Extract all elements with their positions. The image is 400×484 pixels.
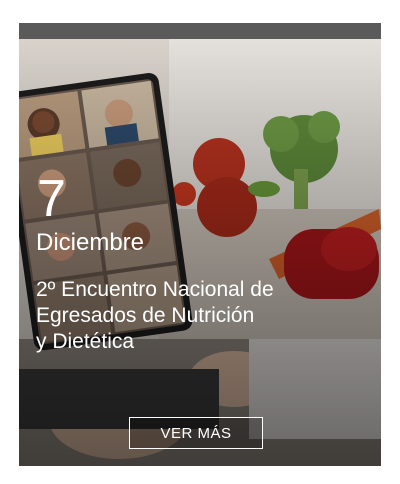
event-title: 2º Encuentro Nacional de Egresados de Nu… bbox=[36, 277, 346, 355]
event-day: 7 bbox=[37, 170, 66, 228]
card-top-bar bbox=[19, 23, 381, 39]
event-month: Diciembre bbox=[36, 229, 145, 256]
event-card[interactable]: 7 Diciembre 2º Encuentro Nacional de Egr… bbox=[19, 23, 381, 466]
event-title-line: Egresados de Nutrición bbox=[36, 304, 255, 327]
event-title-line: 2º Encuentro Nacional de bbox=[36, 278, 274, 301]
ver-mas-button[interactable]: VER MÁS bbox=[129, 417, 263, 449]
event-title-line: y Dietética bbox=[36, 330, 135, 353]
